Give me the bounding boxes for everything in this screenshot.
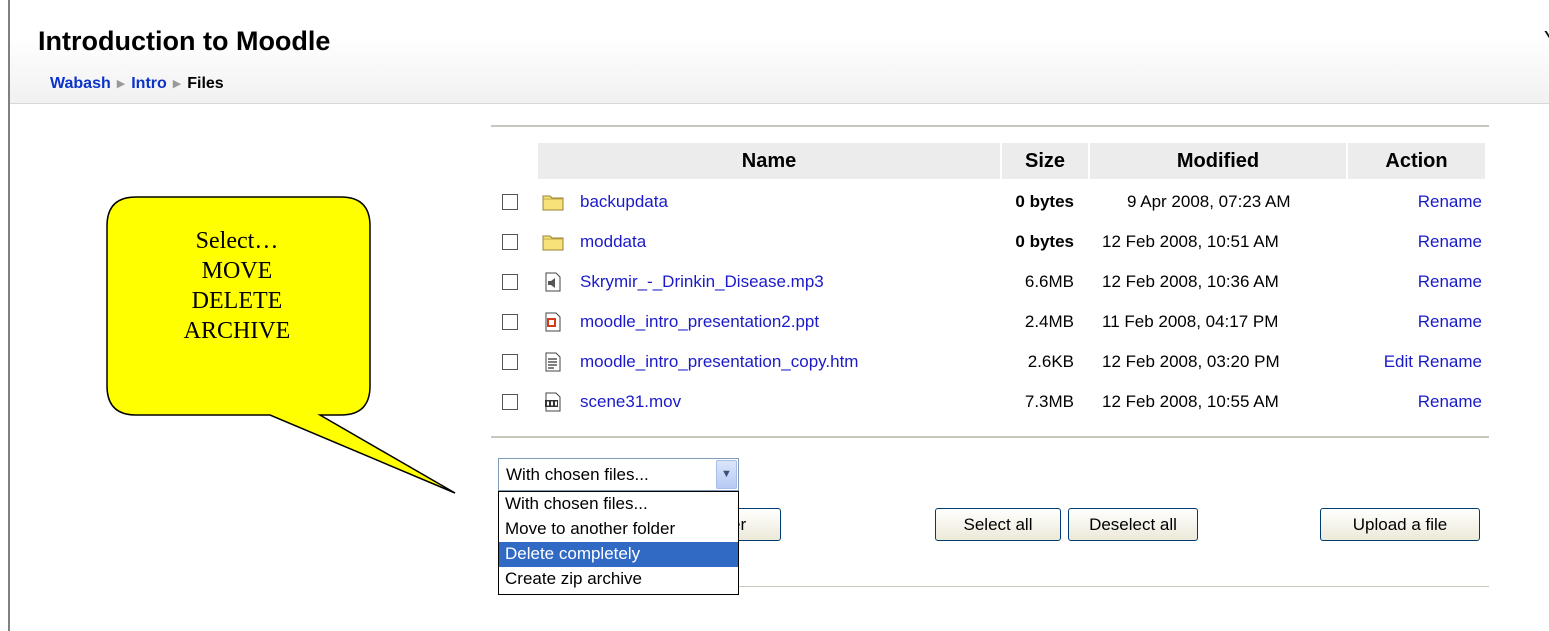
callout-text: Select… MOVE DELETE ARCHIVE: [106, 226, 368, 346]
callout-line: ARCHIVE: [183, 318, 291, 344]
callout-line: DELETE: [191, 288, 283, 314]
callout-line: Select…: [195, 228, 279, 254]
callout-line: MOVE: [201, 258, 273, 284]
